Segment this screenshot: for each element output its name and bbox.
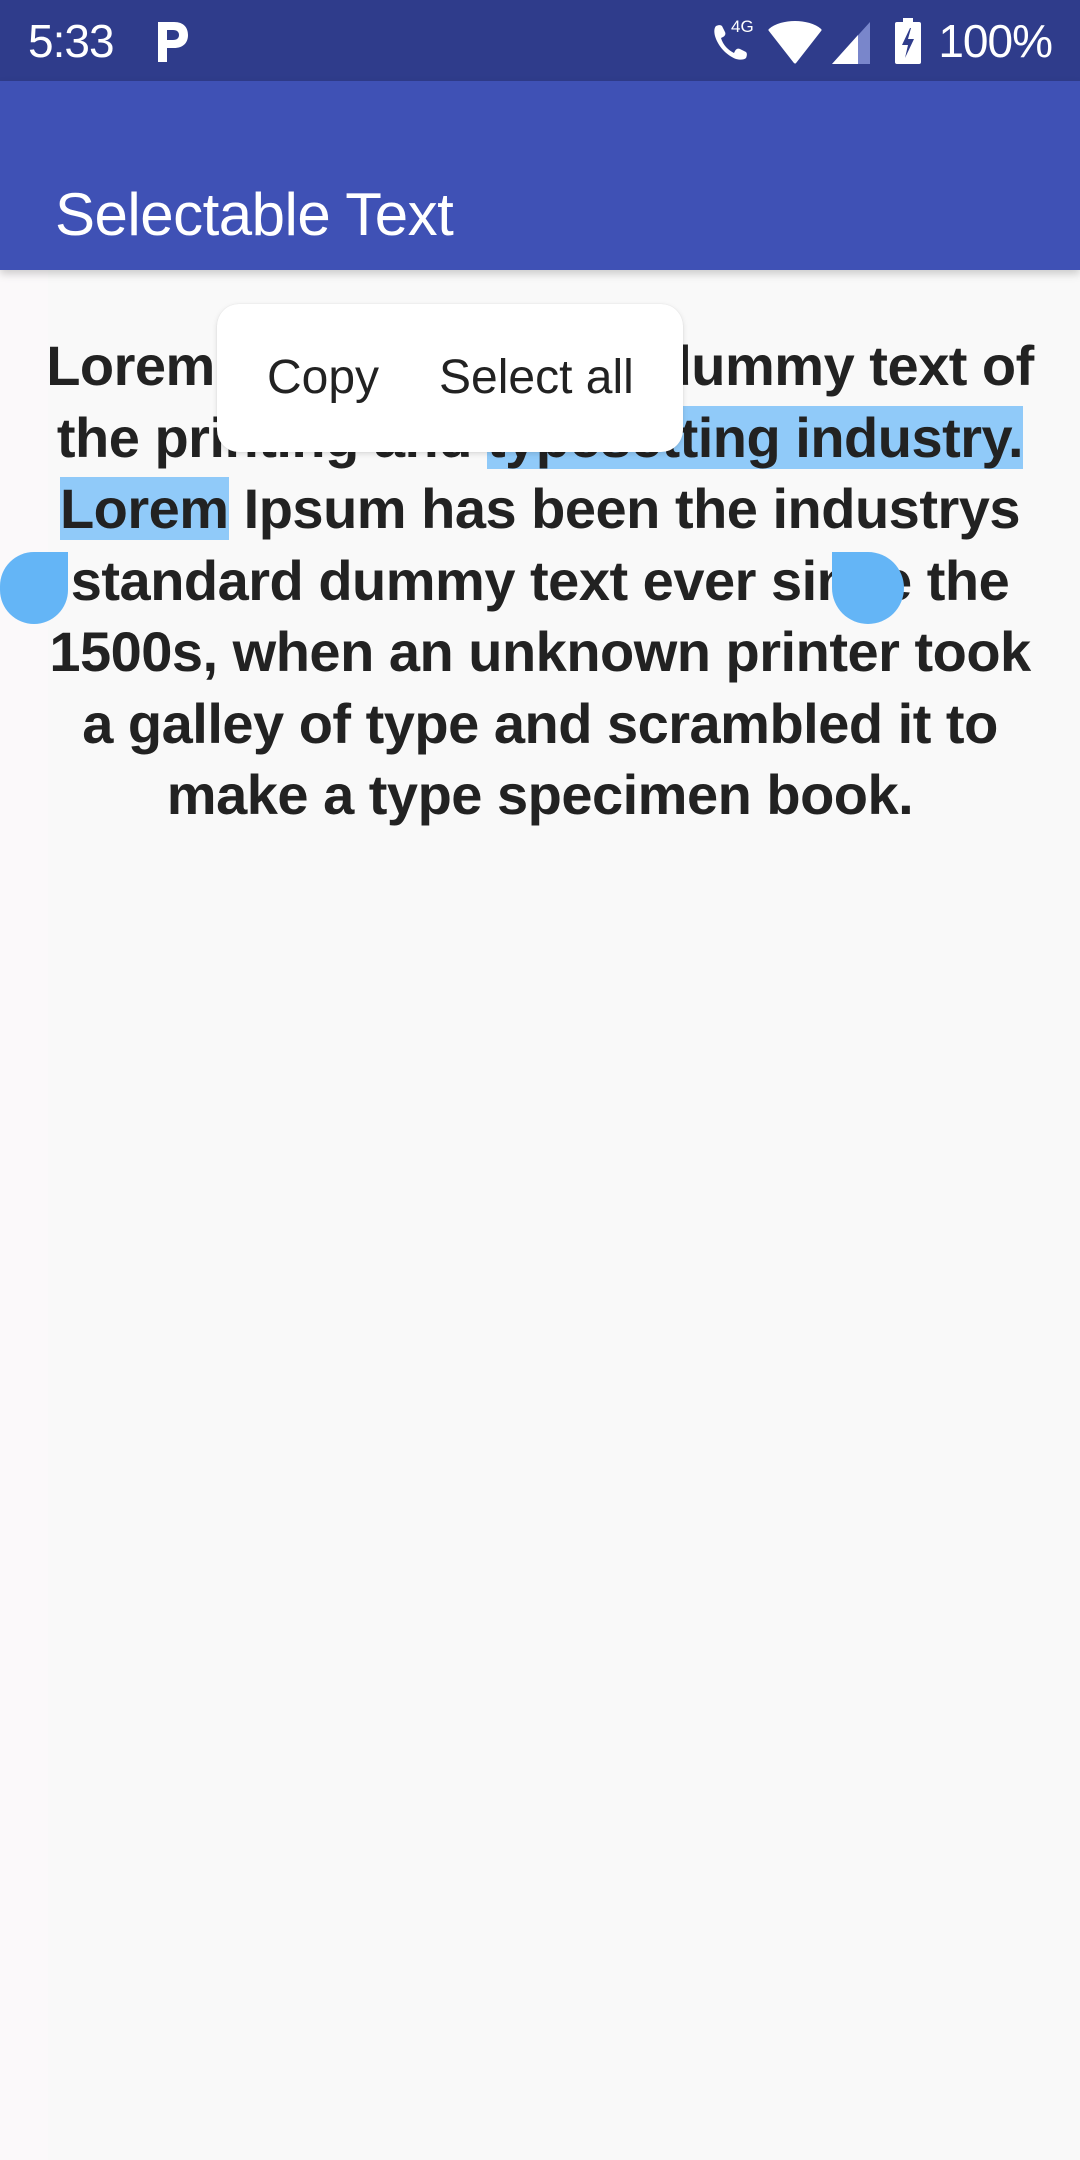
- copy-button[interactable]: Copy: [267, 348, 379, 408]
- page-title: Selectable Text: [55, 181, 454, 249]
- status-bar: 5:33 4G 100%: [0, 0, 1080, 81]
- app-bar: Selectable Text: [0, 81, 1080, 270]
- cell-signal-icon: [830, 14, 874, 68]
- select-all-button[interactable]: Select all: [439, 348, 634, 408]
- selection-end-handle[interactable]: [832, 552, 904, 624]
- battery-charging-icon: [894, 14, 922, 68]
- wifi-icon: [768, 14, 822, 68]
- status-time: 5:33: [28, 15, 115, 67]
- parking-p-icon: [152, 18, 192, 64]
- text-selection-toolbar: Copy Select all: [217, 304, 683, 452]
- status-icons: 4G 100%: [710, 14, 1053, 68]
- wifi-calling-4g-icon: 4G: [710, 14, 758, 68]
- selection-start-handle[interactable]: [0, 552, 68, 624]
- call-4g-label: 4G: [731, 17, 754, 36]
- battery-percentage: 100%: [938, 15, 1053, 67]
